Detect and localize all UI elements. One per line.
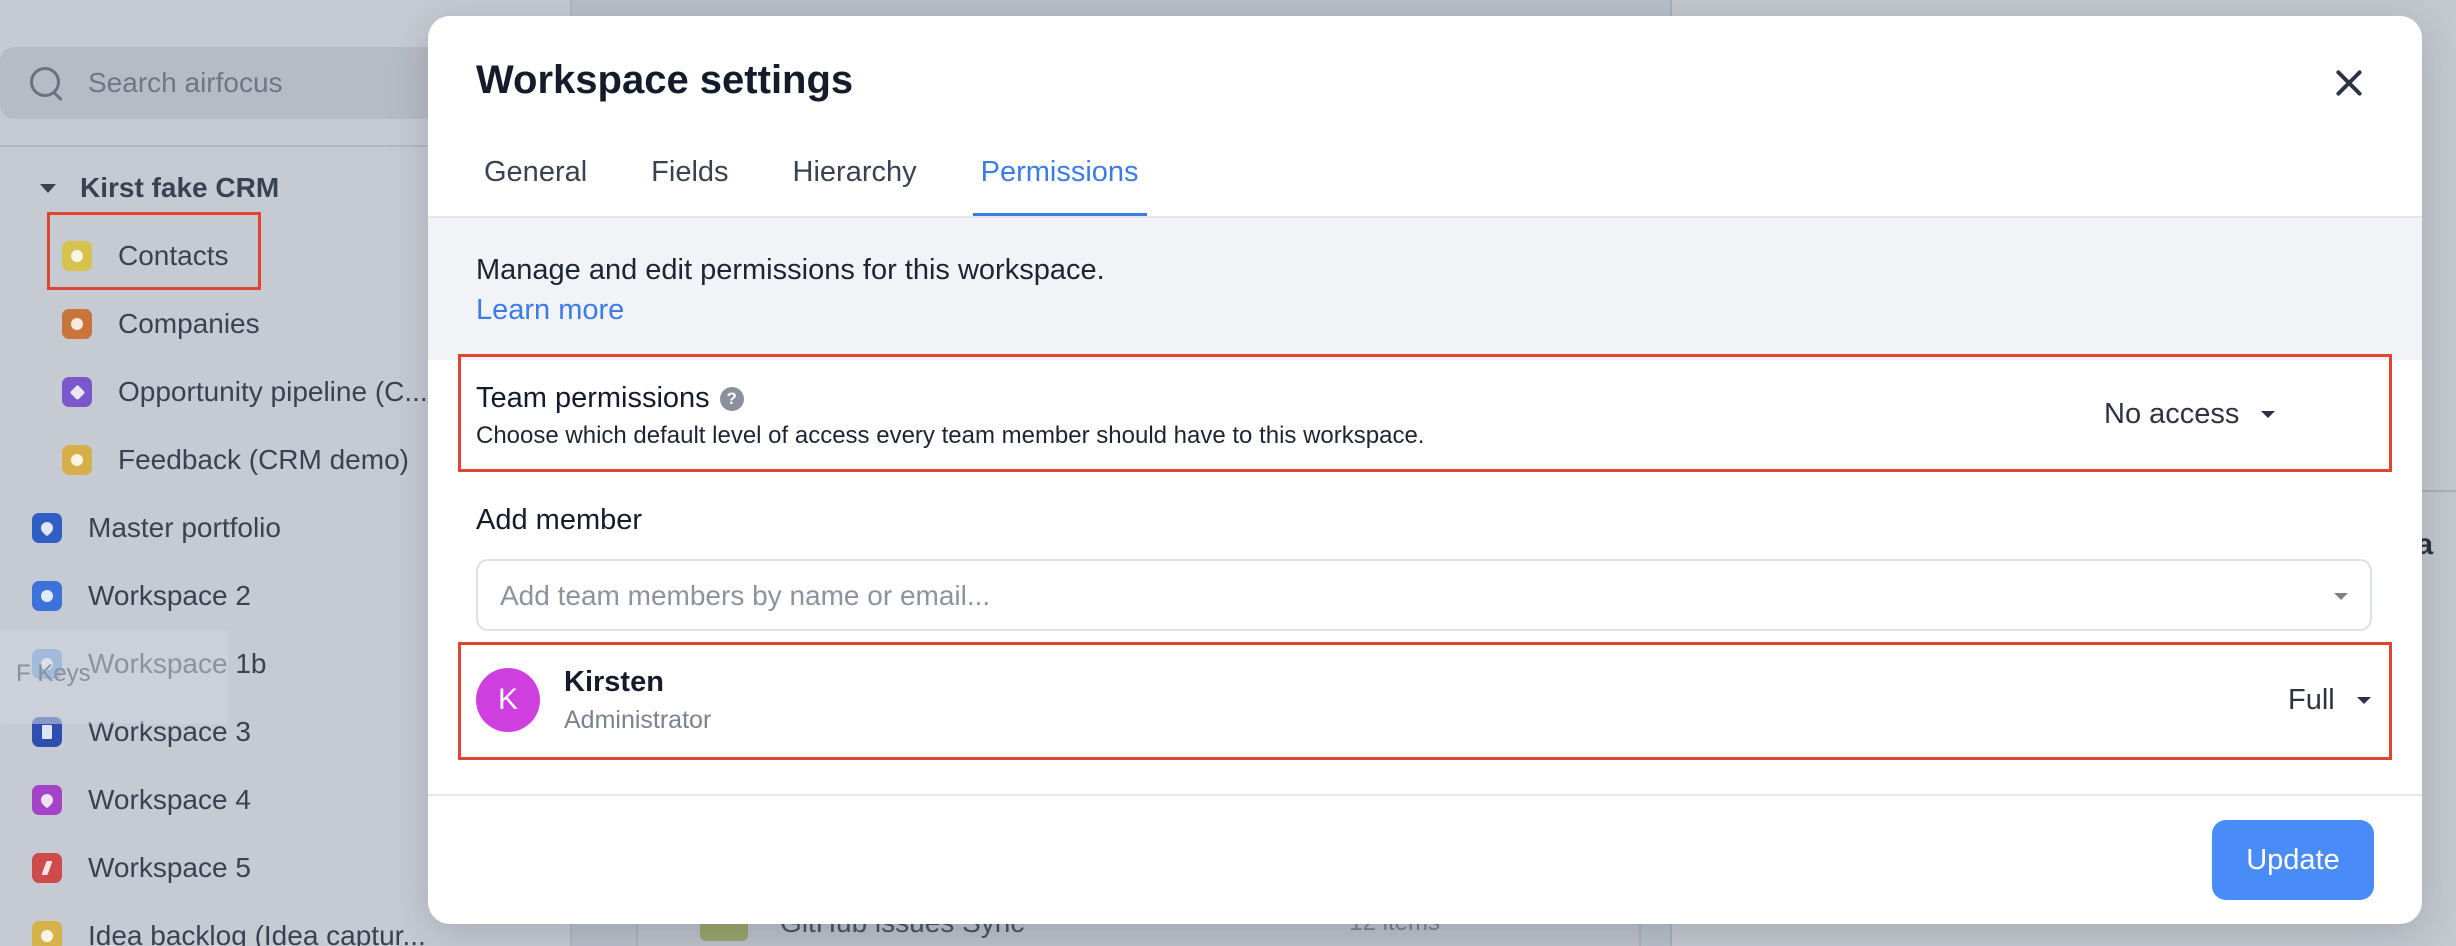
sidebar-item-opportunity-pipeline[interactable]: Opportunity pipeline (C... [62,366,428,418]
tab-hierarchy[interactable]: Hierarchy [785,148,925,216]
sidebar-item-feedback[interactable]: Feedback (CRM demo) [62,434,409,486]
highlight-box-member [458,642,2392,760]
sidebar-item-label: Opportunity pipeline (C... [118,376,428,407]
permissions-info-text: Manage and edit permissions for this wor… [476,254,1105,286]
flame-icon [32,785,62,815]
settings-tabs: General Fields Hierarchy Permissions [476,148,1195,216]
sidebar-item-label: Workspace 2 [88,580,251,611]
speech-bubble-icon [62,309,92,339]
floating-keys-chip: F Keys [0,630,228,724]
modal-title: Workspace settings [476,58,854,102]
puzzle-icon [32,581,62,611]
search-placeholder: Search airfocus [88,67,283,98]
floating-chip-label: F Keys [16,660,91,687]
add-member-input[interactable] [500,575,2280,617]
add-member-field[interactable] [476,559,2372,631]
permissions-info: Manage and edit permissions for this wor… [428,218,2422,360]
sidebar-group-title: Kirst fake CRM [80,172,280,203]
tab-permissions[interactable]: Permissions [972,148,1147,216]
sidebar-item-workspace-5[interactable]: Workspace 5 [32,842,251,894]
sidebar-item-workspace-4[interactable]: Workspace 4 [32,774,251,826]
highlight-box-contacts [47,212,261,290]
update-button[interactable]: Update [2212,820,2374,900]
sidebar-item-label: Feedback (CRM demo) [118,444,409,475]
learn-more-link[interactable]: Learn more [476,294,624,327]
footer-divider [428,794,2422,796]
sidebar-group-header[interactable]: Kirst fake CRM [40,162,279,214]
sidebar-item-label: Workspace 4 [88,784,251,815]
workspace-settings-modal: Workspace settings General Fields Hierar… [428,16,2422,924]
sidebar-item-master-portfolio[interactable]: Master portfolio [32,502,281,554]
search-icon [30,67,64,101]
caret-down-icon [40,183,56,193]
sidebar-item-idea-backlog[interactable]: Idea backlog (Idea captur... [32,910,426,946]
highlight-box-team-permissions [458,354,2392,472]
sidebar-item-label: Master portfolio [88,512,281,543]
chevron-down-icon[interactable] [2334,593,2348,600]
star-icon [62,377,92,407]
close-icon[interactable] [2326,60,2372,106]
tab-general[interactable]: General [476,148,595,216]
bulb-icon [32,921,62,946]
sidebar-item-companies[interactable]: Companies [62,298,260,350]
rocket-icon [32,513,62,543]
add-member-label: Add member [476,504,643,536]
sidebar-item-label: Idea backlog (Idea captur... [88,920,426,946]
bolt-icon [32,853,62,883]
sidebar-item-label: Companies [118,308,260,339]
sidebar-item-workspace-2[interactable]: Workspace 2 [32,570,251,622]
sidebar-item-label: Workspace 5 [88,852,251,883]
speech-bubble-icon [62,445,92,475]
tab-fields[interactable]: Fields [643,148,736,216]
